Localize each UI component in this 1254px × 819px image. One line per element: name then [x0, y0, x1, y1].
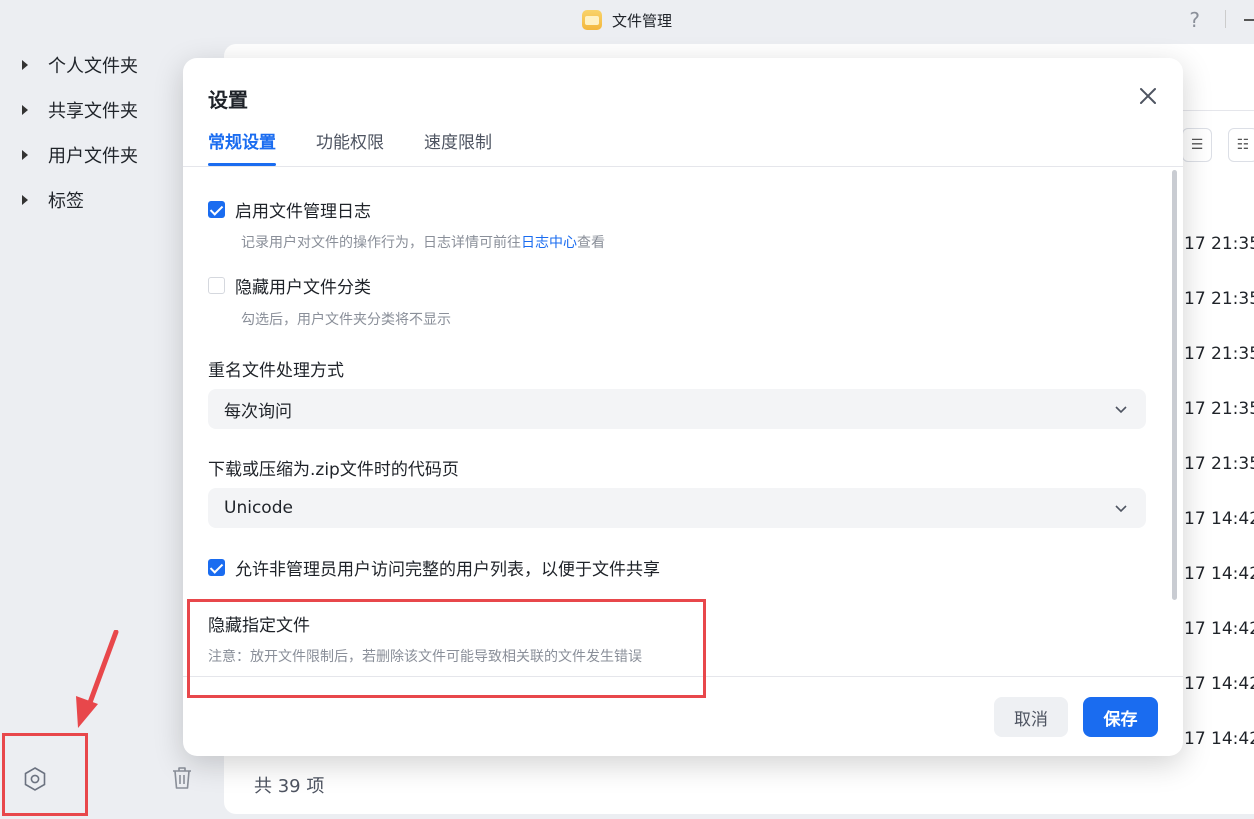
hide-user-category-hint: 勾选后，用户文件夹分类将不显示 [241, 312, 451, 328]
row-time: 17 14:42 [1184, 619, 1254, 639]
chevron-down-icon [1115, 406, 1127, 414]
tab-general[interactable]: 常规设置 [208, 128, 276, 166]
tab-bar: 常规设置 功能权限 速度限制 [208, 128, 532, 168]
caret-right-icon[interactable] [22, 60, 28, 70]
sidebar-item-label: 个人文件夹 [48, 56, 138, 77]
sort-view-button[interactable]: ☰ [1182, 128, 1212, 162]
zip-codepage-label: 下载或压缩为.zip文件时的代码页 [208, 460, 459, 480]
caret-right-icon[interactable] [22, 150, 28, 160]
rename-mode-value: 每次询问 [224, 401, 292, 422]
row-time: 17 14:42 [1184, 509, 1254, 529]
chevron-down-icon [1115, 505, 1127, 513]
zip-codepage-select[interactable]: Unicode [208, 488, 1146, 528]
settings-gear-icon[interactable] [22, 766, 48, 792]
title-bar: 文件管理 ? [0, 0, 1254, 40]
row-time: 17 21:35 [1184, 454, 1254, 474]
allow-user-list-checkbox[interactable] [208, 559, 225, 576]
tab-speed-limit[interactable]: 速度限制 [424, 128, 492, 166]
row-time: 17 21:35 [1184, 344, 1254, 364]
hide-user-category-checkbox[interactable] [208, 277, 225, 294]
close-icon[interactable] [1136, 84, 1160, 108]
enable-log-label: 启用文件管理日志 [235, 202, 371, 222]
sidebar-item-users[interactable]: 用户文件夹 [22, 142, 138, 168]
settings-dialog: 设置 常规设置 功能权限 速度限制 启用文件管理日志 记录用户对文件的操作行为，… [183, 58, 1183, 756]
sidebar-item-personal[interactable]: 个人文件夹 [22, 52, 138, 78]
hide-files-hint: 注意：放开文件限制后，若删除该文件可能导致相关联的文件发生错误 [208, 649, 642, 665]
hide-files-label: 隐藏指定文件 [208, 616, 310, 636]
zip-codepage-value: Unicode [224, 498, 293, 518]
allow-user-list-label: 允许非管理员用户访问完整的用户列表，以便于文件共享 [235, 560, 660, 580]
caret-right-icon[interactable] [22, 105, 28, 115]
cancel-button[interactable]: 取消 [994, 697, 1068, 737]
sidebar-item-label: 用户文件夹 [48, 146, 138, 167]
dialog-title: 设置 [208, 88, 248, 112]
rename-mode-select[interactable]: 每次询问 [208, 389, 1146, 429]
list-view-button[interactable]: ☷ [1228, 128, 1254, 162]
folder-app-icon [581, 10, 602, 30]
rename-mode-label: 重名文件处理方式 [208, 361, 344, 381]
window-title: 文件管理 [611, 11, 672, 30]
enable-log-hint: 记录用户对文件的操作行为，日志详情可前往日志中心查看 [241, 232, 605, 252]
sidebar-item-label: 标签 [48, 191, 84, 212]
log-center-link[interactable]: 日志中心 [521, 235, 577, 251]
tab-permissions[interactable]: 功能权限 [316, 128, 384, 166]
row-time: 17 14:42 [1184, 729, 1254, 749]
sidebar-item-tags[interactable]: 标签 [22, 187, 84, 213]
titlebar-divider [1225, 10, 1226, 28]
enable-log-checkbox[interactable] [208, 201, 225, 218]
scrollbar[interactable] [1172, 170, 1177, 600]
minimize-icon[interactable] [1244, 19, 1254, 21]
row-time: 17 21:35 [1184, 289, 1254, 309]
row-time: 17 21:35 [1184, 234, 1254, 254]
help-icon[interactable]: ? [1189, 8, 1200, 32]
row-time: 17 14:42 [1184, 564, 1254, 584]
save-button[interactable]: 保存 [1083, 697, 1158, 737]
row-time: 17 21:35 [1184, 399, 1254, 419]
trash-icon[interactable] [170, 765, 194, 791]
sidebar-item-shared[interactable]: 共享文件夹 [22, 97, 138, 123]
enable-log-hint-text: 记录用户对文件的操作行为，日志详情可前往 [241, 235, 521, 251]
caret-right-icon[interactable] [22, 195, 28, 205]
row-time: 17 14:42 [1184, 674, 1254, 694]
sidebar-item-label: 共享文件夹 [48, 101, 138, 122]
footer-divider [183, 676, 1183, 677]
enable-log-hint-tail: 查看 [577, 235, 605, 251]
hide-user-category-label: 隐藏用户文件分类 [235, 278, 371, 298]
item-count: 共 39 项 [254, 776, 325, 797]
tabs-divider [183, 166, 1183, 167]
